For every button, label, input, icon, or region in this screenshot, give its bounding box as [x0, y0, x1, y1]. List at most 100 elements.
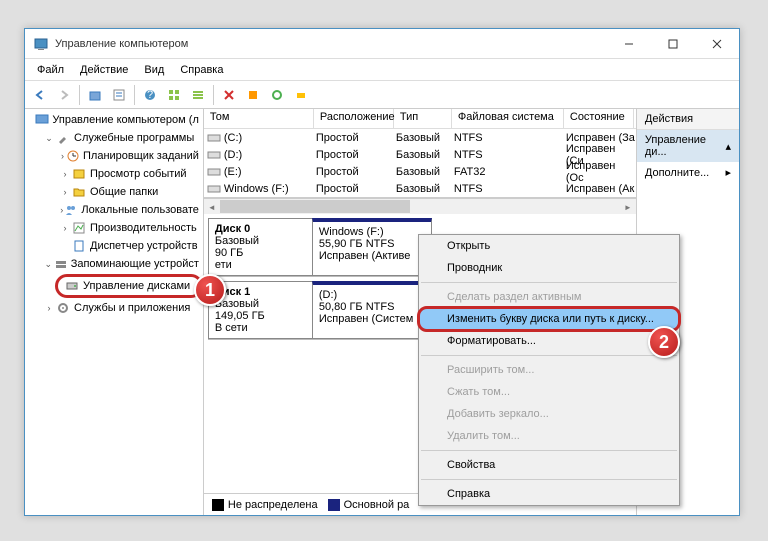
computer-icon [35, 112, 49, 128]
events-icon [71, 166, 87, 182]
tree-shared[interactable]: ›Общие папки [25, 183, 203, 201]
window-title: Управление компьютером [55, 38, 607, 50]
col-status[interactable]: Состояние [564, 109, 634, 128]
back-button[interactable] [29, 84, 51, 106]
tree-label: Управление компьютером (л [52, 114, 199, 126]
menubar: Файл Действие Вид Справка [25, 59, 739, 81]
device-icon [71, 238, 87, 254]
tree-tools[interactable]: ⌄Служебные программы [25, 129, 203, 147]
volume-row[interactable]: (E:)ПростойБазовыйFAT32Исправен (Ос [204, 163, 636, 180]
drive-icon [207, 165, 221, 179]
ctx-open[interactable]: Открыть [419, 235, 679, 257]
ctx-format[interactable]: Форматировать... [419, 330, 679, 352]
col-fs[interactable]: Файловая система [452, 109, 564, 128]
menu-view[interactable]: Вид [136, 62, 172, 78]
vol-status: Исправен (Ак [566, 183, 636, 195]
vol-type: Базовый [396, 149, 454, 161]
disk-icon [64, 278, 80, 294]
legend-label: Не распределена [228, 499, 318, 511]
vol-status: Исправен (Ос [566, 160, 636, 184]
actions-more[interactable]: Дополните... ▸ [637, 162, 739, 183]
settings-button[interactable] [242, 84, 264, 106]
vol-type: Базовый [396, 166, 454, 178]
clock-icon [66, 148, 80, 164]
tree-label: Служебные программы [74, 132, 194, 144]
scroll-left-icon[interactable]: ◄ [204, 199, 220, 215]
menu-action[interactable]: Действие [72, 62, 136, 78]
menu-file[interactable]: Файл [29, 62, 72, 78]
drive-icon [207, 182, 221, 196]
ctx-properties[interactable]: Свойства [419, 454, 679, 476]
maximize-button[interactable] [651, 30, 695, 58]
app-icon [33, 36, 49, 52]
tree-scheduler[interactable]: ›Планировщик заданий [25, 147, 203, 165]
services-icon [55, 300, 71, 316]
partition[interactable]: (D:) 50,80 ГБ NTFS Исправен (Систем [312, 281, 432, 339]
part-title: (D:) [319, 289, 425, 301]
refresh-button[interactable] [266, 84, 288, 106]
vol-type: Базовый [396, 183, 454, 195]
menu-help[interactable]: Справка [172, 62, 231, 78]
tree-perf[interactable]: ›Производительность [25, 219, 203, 237]
partition[interactable]: Windows (F:) 55,90 ГБ NTFS Исправен (Акт… [312, 218, 432, 276]
action-button[interactable] [290, 84, 312, 106]
volume-header: Том Расположение Тип Файловая система Со… [204, 109, 636, 129]
disk-info[interactable]: Диск 0 Базовый 90 ГБ ети [208, 218, 312, 276]
help-button[interactable]: ? [139, 84, 161, 106]
tree-label: Службы и приложения [74, 302, 190, 314]
storage-icon [54, 256, 68, 272]
tree-label: Диспетчер устройств [90, 240, 198, 252]
part-status: Исправен (Активе [319, 250, 425, 262]
disk-type: Базовый [215, 235, 306, 247]
scroll-thumb[interactable] [220, 200, 410, 213]
view-button[interactable] [163, 84, 185, 106]
col-layout[interactable]: Расположение [314, 109, 394, 128]
tree-events[interactable]: ›Просмотр событий [25, 165, 203, 183]
action-label: Дополните... [645, 167, 709, 179]
vol-layout: Простой [316, 183, 396, 195]
tree-storage[interactable]: ⌄Запоминающие устройст [25, 255, 203, 273]
properties-button[interactable] [108, 84, 130, 106]
chevron-right-icon: ▸ [725, 166, 731, 179]
folder-icon [71, 184, 87, 200]
part-status: Исправен (Систем [319, 313, 425, 325]
ctx-explorer[interactable]: Проводник [419, 257, 679, 279]
up-button[interactable] [84, 84, 106, 106]
tree-root[interactable]: Управление компьютером (л [25, 111, 203, 129]
ctx-shrink: Сжать том... [419, 381, 679, 403]
action-label: Управление ди... [645, 134, 726, 158]
ctx-help[interactable]: Справка [419, 483, 679, 505]
tree-devmgr[interactable]: Диспетчер устройств [25, 237, 203, 255]
volume-row[interactable]: Windows (F:)ПростойБазовыйNTFSИсправен (… [204, 180, 636, 197]
tree-label: Просмотр событий [90, 168, 187, 180]
vol-layout: Простой [316, 166, 396, 178]
forward-button[interactable] [53, 84, 75, 106]
titlebar: Управление компьютером [25, 29, 739, 59]
minimize-button[interactable] [607, 30, 651, 58]
tree-services[interactable]: ›Службы и приложения [25, 299, 203, 317]
close-button[interactable] [695, 30, 739, 58]
list-button[interactable] [187, 84, 209, 106]
drive-icon [207, 131, 221, 145]
tree-label: Производительность [90, 222, 197, 234]
legend-swatch-unalloc [212, 499, 224, 511]
context-menu: Открыть Проводник Сделать раздел активны… [418, 234, 680, 506]
col-type[interactable]: Тип [394, 109, 452, 128]
tree-users[interactable]: ›Локальные пользовате [25, 201, 203, 219]
col-tom[interactable]: Том [204, 109, 314, 128]
ctx-separator [421, 479, 677, 480]
ctx-change-letter[interactable]: Изменить букву диска или путь к диску... [419, 308, 679, 330]
tree-panel: Управление компьютером (л ⌄Служебные про… [25, 109, 204, 515]
toolbar: ? [25, 81, 739, 109]
chevron-up-icon: ▴ [725, 140, 731, 153]
ctx-separator [421, 355, 677, 356]
part-size: 55,90 ГБ NTFS [319, 238, 425, 250]
hscrollbar[interactable]: ◄ ► [204, 198, 636, 214]
disk-name: Диск 0 [215, 223, 306, 235]
delete-button[interactable] [218, 84, 240, 106]
disk-size: 149,05 ГБ [215, 310, 306, 322]
tree-diskmgmt[interactable]: Управление дисками [55, 274, 203, 298]
legend-label: Основной ра [344, 499, 410, 511]
scroll-right-icon[interactable]: ► [620, 199, 636, 215]
actions-disk-management[interactable]: Управление ди...▴ [637, 130, 739, 162]
